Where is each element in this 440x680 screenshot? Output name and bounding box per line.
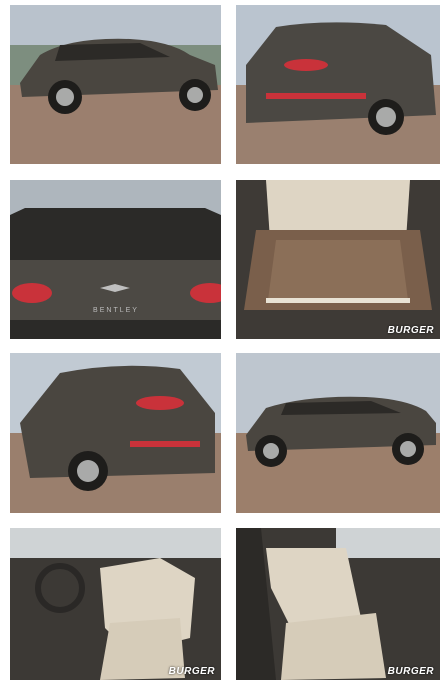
photo-rear-closeup[interactable]: BENTLEY xyxy=(10,180,221,339)
photo-driver-seat[interactable]: BURGER xyxy=(10,528,221,680)
car-side-image xyxy=(10,5,221,164)
photo-side-profile-dusk[interactable] xyxy=(236,353,440,513)
photo-rear-three-quarter[interactable] xyxy=(236,5,440,164)
photo-watermark: BURGER xyxy=(387,666,434,677)
car-rear-quarter-image xyxy=(236,5,440,164)
driver-seat-image xyxy=(10,528,221,680)
rear-badge-text: BENTLEY xyxy=(93,307,139,314)
car-rear-left-image xyxy=(10,353,221,513)
photo-trunk[interactable]: BURGER xyxy=(236,180,440,339)
car-rear-closeup-image: BENTLEY xyxy=(10,180,221,339)
car-side-dusk-image xyxy=(236,353,440,513)
photo-watermark: BURGER xyxy=(168,666,215,677)
trunk-image xyxy=(236,180,440,339)
photo-watermark: BURGER xyxy=(387,325,434,336)
photo-rear-three-quarter-left[interactable] xyxy=(10,353,221,513)
photo-passenger-seat[interactable]: BURGER xyxy=(236,528,440,680)
photo-side-profile[interactable] xyxy=(10,5,221,164)
passenger-seat-image xyxy=(236,528,440,680)
